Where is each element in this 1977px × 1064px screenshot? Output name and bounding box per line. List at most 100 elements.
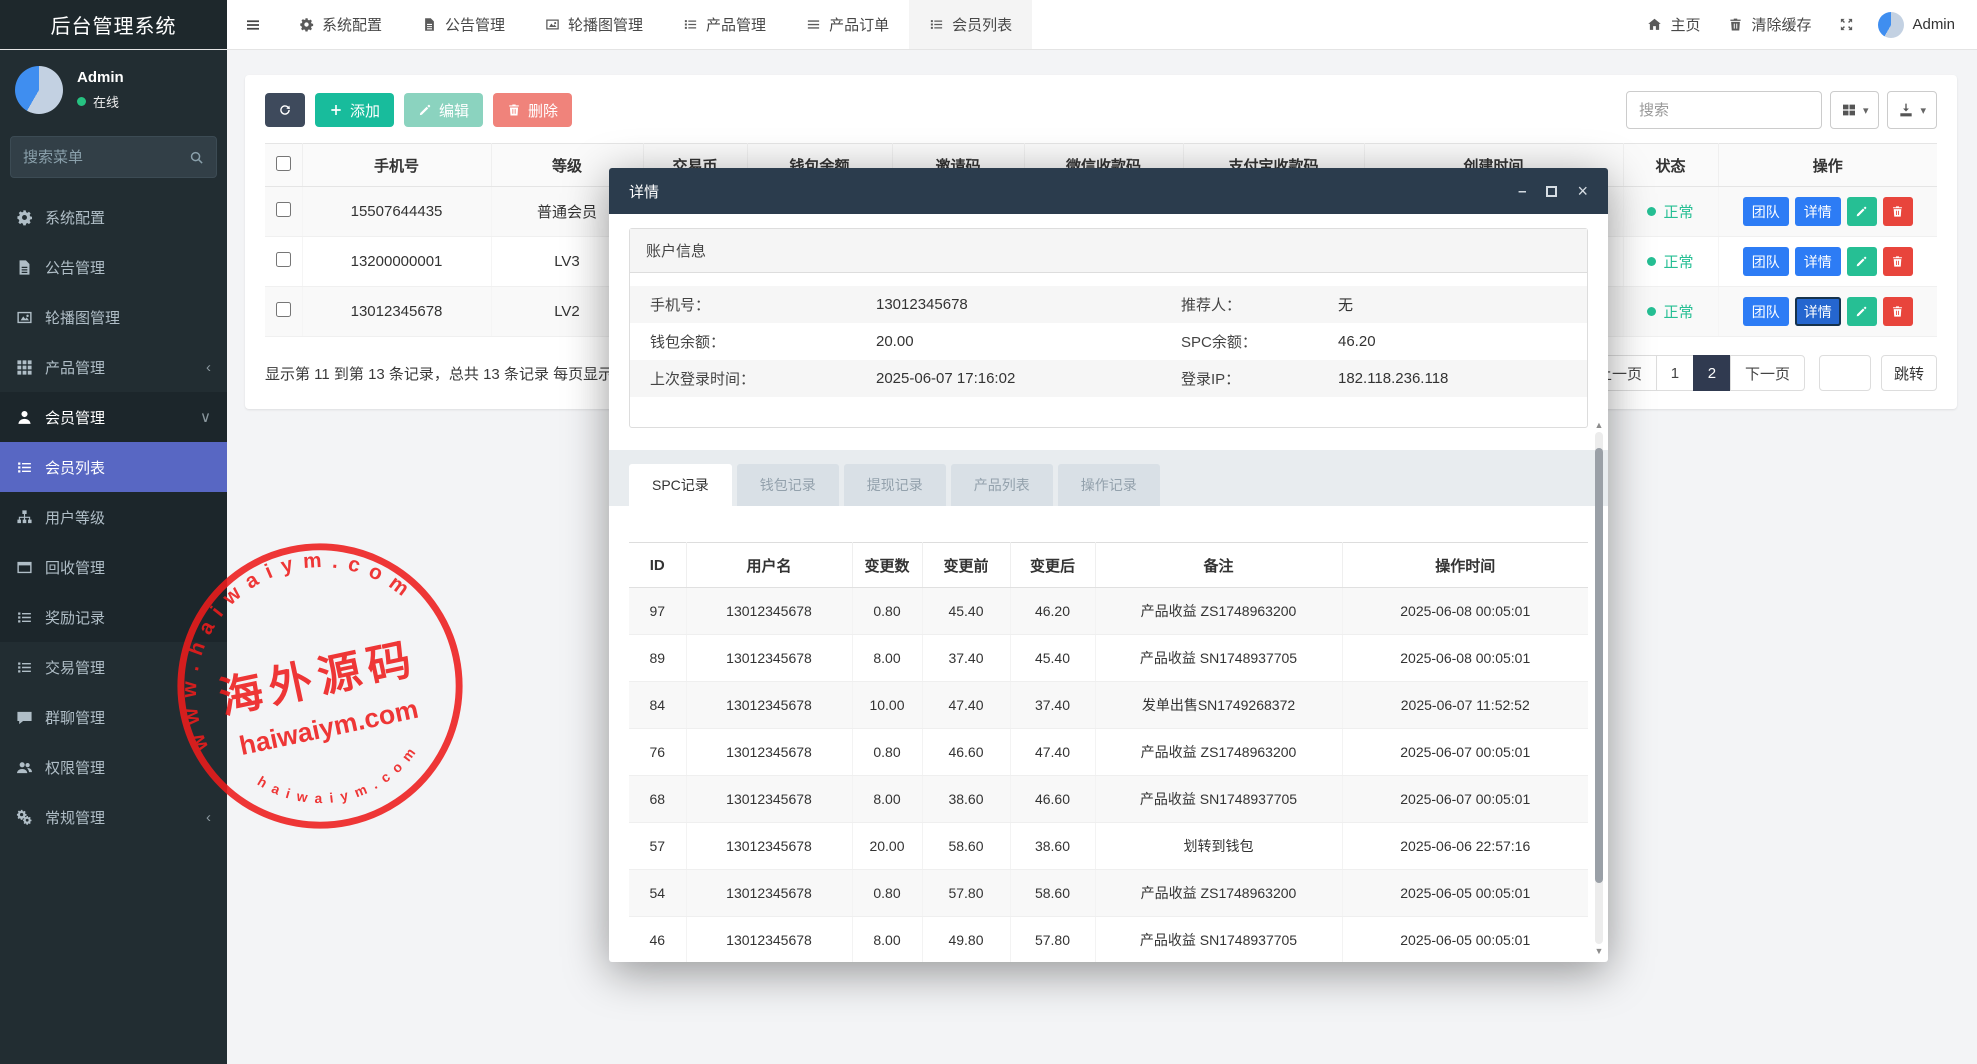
record-time-cell: 2025-06-05 00:05:01 — [1342, 870, 1588, 917]
user-menu[interactable]: Admin — [1868, 12, 1965, 38]
modal-scrollbar[interactable]: ▲ ▼ — [1593, 420, 1605, 956]
jump-button[interactable]: 跳转 — [1881, 355, 1937, 391]
scrollbar-thumb[interactable] — [1595, 448, 1603, 883]
sidebar-menu-item[interactable]: 交易管理 — [0, 642, 227, 692]
plus-icon — [329, 103, 343, 117]
sidebar-menu-item[interactable]: 系统配置 — [0, 192, 227, 242]
scroll-down-icon[interactable]: ▼ — [1593, 946, 1605, 956]
column-header[interactable]: 状态 — [1623, 144, 1718, 187]
sidebar-menu-item[interactable]: 公告管理 — [0, 242, 227, 292]
delete-row-button[interactable] — [1883, 197, 1913, 226]
nav-item-icon — [806, 17, 821, 32]
record-row: 46 13012345678 8.00 49.80 57.80 产品收益 SN1… — [629, 917, 1588, 963]
record-row: 57 13012345678 20.00 58.60 38.60 划转到钱包 2… — [629, 823, 1588, 870]
sidebar-menu-item[interactable]: 权限管理 — [0, 742, 227, 792]
sidebar-menu-item[interactable]: 常规管理 ‹ — [0, 792, 227, 842]
menu-item-label: 产品管理 — [45, 357, 105, 378]
delete-row-button[interactable] — [1883, 247, 1913, 276]
jump-page-input[interactable] — [1819, 355, 1871, 391]
team-button[interactable]: 团队 — [1743, 247, 1789, 276]
info-label: 上次登录时间： — [650, 368, 876, 389]
account-info-row: 手机号： 13012345678 推荐人： 无 — [630, 286, 1587, 323]
top-nav-item[interactable]: 产品管理 — [663, 0, 786, 49]
detail-modal: 详情 – × 账户信息 手机号： 13012345678 推荐人： 无 钱包余额… — [609, 168, 1608, 962]
top-nav-item[interactable]: 公告管理 — [402, 0, 525, 49]
delete-row-button[interactable] — [1883, 297, 1913, 326]
detail-button[interactable]: 详情 — [1795, 247, 1841, 276]
menu-item-icon — [16, 409, 33, 426]
maximize-icon[interactable] — [1546, 186, 1557, 197]
minimize-icon[interactable]: – — [1518, 183, 1526, 200]
record-tab[interactable]: 产品列表 — [951, 464, 1053, 506]
export-dropdown-button[interactable]: ▾ — [1887, 91, 1937, 129]
info-value: 2025-06-07 17:16:02 — [876, 370, 1181, 387]
pencil-icon — [1855, 205, 1868, 218]
edit-row-button[interactable] — [1847, 297, 1877, 326]
sidebar-menu-item[interactable]: 回收管理 — [0, 542, 227, 592]
delete-button[interactable]: 删除 — [493, 93, 572, 127]
record-row: 68 13012345678 8.00 38.60 46.60 产品收益 SN1… — [629, 776, 1588, 823]
top-nav-item[interactable]: 轮播图管理 — [525, 0, 663, 49]
record-remark-cell: 产品收益 ZS1748963200 — [1095, 588, 1342, 635]
next-page-button[interactable]: 下一页 — [1730, 355, 1805, 391]
page-number-button[interactable]: 2 — [1693, 355, 1731, 391]
close-icon[interactable]: × — [1577, 181, 1588, 202]
top-nav-item[interactable]: 会员列表 — [909, 0, 1032, 49]
trash-icon — [1891, 305, 1904, 318]
sidebar-menu-item[interactable]: 轮播图管理 — [0, 292, 227, 342]
team-button[interactable]: 团队 — [1743, 297, 1789, 326]
record-after-cell: 37.40 — [1010, 682, 1095, 729]
record-remark-cell: 产品收益 SN1748937705 — [1095, 635, 1342, 682]
page-number-button[interactable]: 1 — [1656, 355, 1694, 391]
select-all-checkbox[interactable] — [276, 156, 291, 171]
refresh-button[interactable] — [265, 93, 305, 127]
sidebar-menu-item[interactable]: 奖励记录 — [0, 592, 227, 642]
team-button[interactable]: 团队 — [1743, 197, 1789, 226]
search-icon[interactable] — [189, 150, 204, 165]
trash-icon — [1891, 205, 1904, 218]
table-search-input[interactable] — [1626, 91, 1822, 129]
detail-button[interactable]: 详情 — [1795, 297, 1841, 326]
edit-row-button[interactable] — [1847, 197, 1877, 226]
sidebar-toggle-button[interactable] — [227, 0, 279, 49]
menu-item-label: 常规管理 — [45, 807, 105, 828]
top-nav-item[interactable]: 产品订单 — [786, 0, 909, 49]
record-remark-cell: 产品收益 SN1748937705 — [1095, 776, 1342, 823]
sidebar-menu-item[interactable]: 群聊管理 — [0, 692, 227, 742]
info-value: 13012345678 — [876, 296, 1181, 313]
columns-dropdown-button[interactable]: ▾ — [1830, 91, 1880, 129]
menu-item-icon — [16, 809, 33, 826]
record-before-cell: 37.40 — [922, 635, 1010, 682]
column-header[interactable]: 手机号 — [302, 144, 491, 187]
menu-item-label: 会员列表 — [45, 457, 105, 478]
fullscreen-button[interactable] — [1825, 17, 1868, 32]
edit-row-button[interactable] — [1847, 247, 1877, 276]
info-value: 182.118.236.118 — [1338, 370, 1587, 387]
record-tab[interactable]: 操作记录 — [1058, 464, 1160, 506]
sidebar-menu-item[interactable]: 产品管理 ‹ — [0, 342, 227, 392]
pencil-icon — [1855, 255, 1868, 268]
edit-button[interactable]: 编辑 — [404, 93, 483, 127]
sidebar-menu-item[interactable]: 会员列表 — [0, 442, 227, 492]
home-link[interactable]: 主页 — [1633, 14, 1714, 35]
clear-cache-link[interactable]: 清除缓存 — [1714, 14, 1825, 35]
row-checkbox[interactable] — [276, 252, 291, 267]
sidebar-menu-item[interactable]: 用户等级 — [0, 492, 227, 542]
sidebar-menu-item[interactable]: 会员管理 ∨ — [0, 392, 227, 442]
record-tab[interactable]: 钱包记录 — [737, 464, 839, 506]
top-nav-item[interactable]: 系统配置 — [279, 0, 402, 49]
detail-button[interactable]: 详情 — [1795, 197, 1841, 226]
clear-cache-label: 清除缓存 — [1751, 14, 1811, 35]
row-checkbox[interactable] — [276, 302, 291, 317]
record-column-header: 用户名 — [686, 543, 852, 588]
record-tab[interactable]: 提现记录 — [844, 464, 946, 506]
column-header[interactable]: 操作 — [1718, 144, 1937, 187]
scroll-up-icon[interactable]: ▲ — [1593, 420, 1605, 430]
row-checkbox[interactable] — [276, 202, 291, 217]
columns-icon — [1841, 102, 1857, 118]
actions-cell: 团队 详情 — [1718, 287, 1937, 337]
record-remark-cell: 发单出售SN1749268372 — [1095, 682, 1342, 729]
sidebar-search-input[interactable] — [23, 149, 189, 166]
record-tab[interactable]: SPC记录 — [629, 464, 732, 506]
add-button[interactable]: 添加 — [315, 93, 394, 127]
